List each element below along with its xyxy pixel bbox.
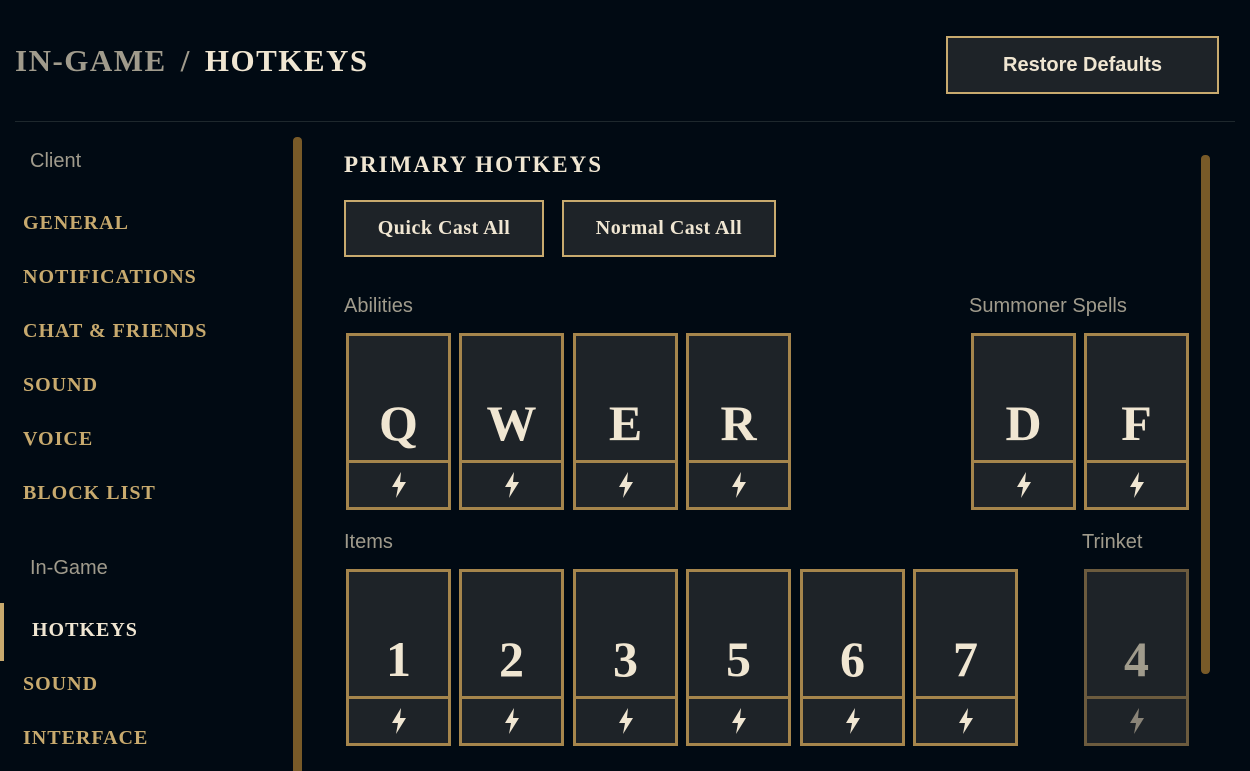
sidebar: Client GENERAL NOTIFICATIONS CHAT & FRIE…	[0, 122, 300, 771]
cast-mode-toggle[interactable]	[576, 696, 675, 743]
hotkey-trinket-4[interactable]: 4	[1084, 569, 1189, 746]
key-label: 6	[840, 631, 865, 687]
breadcrumb-current: HOTKEYS	[204, 43, 369, 78]
sidebar-item-notifications[interactable]: NOTIFICATIONS	[23, 266, 197, 289]
key-label: 4	[1124, 631, 1149, 687]
hotkey-item-6[interactable]: 6	[800, 569, 905, 746]
hotkey-item-1[interactable]: 1	[346, 569, 451, 746]
cast-mode-toggle[interactable]	[1087, 460, 1186, 507]
breadcrumb-parent[interactable]: IN-GAME	[15, 43, 167, 78]
sidebar-item-general[interactable]: GENERAL	[23, 212, 129, 235]
lightning-bolt-icon	[389, 471, 409, 499]
cast-mode-toggle[interactable]	[916, 696, 1015, 743]
hotkey-item-3[interactable]: 3	[573, 569, 678, 746]
cast-mode-toggle[interactable]	[803, 696, 902, 743]
key-label: 1	[386, 631, 411, 687]
key-label: F	[1121, 395, 1152, 451]
sidebar-section-in-game: In-Game	[30, 557, 108, 579]
header: IN-GAME / HOTKEYS Restore Defaults	[15, 0, 1235, 122]
sidebar-divider	[293, 137, 302, 771]
hotkey-summoner-f[interactable]: F	[1084, 333, 1189, 510]
cast-mode-toggle[interactable]	[1087, 696, 1186, 743]
lightning-bolt-icon	[956, 707, 976, 735]
scrollbar[interactable]	[1201, 155, 1210, 674]
active-item-marker	[0, 603, 4, 661]
hotkey-item-2[interactable]: 2	[459, 569, 564, 746]
hotkeys-panel: PRIMARY HOTKEYS Quick Cast All Normal Ca…	[302, 122, 1250, 771]
abilities-label: Abilities	[344, 295, 413, 317]
sidebar-section-client: Client	[30, 150, 82, 172]
key-label: 7	[953, 631, 978, 687]
sidebar-item-chat-friends[interactable]: CHAT & FRIENDS	[23, 320, 207, 343]
cast-mode-toggle[interactable]	[349, 460, 448, 507]
hotkey-item-7[interactable]: 7	[913, 569, 1018, 746]
breadcrumb-separator: /	[180, 43, 191, 78]
hotkey-ability-e[interactable]: E	[573, 333, 678, 510]
key-label: 2	[499, 631, 524, 687]
lightning-bolt-icon	[1014, 471, 1034, 499]
hotkey-ability-w[interactable]: W	[459, 333, 564, 510]
sidebar-item-interface[interactable]: INTERFACE	[23, 727, 148, 750]
key-label: D	[1005, 395, 1042, 451]
cast-mode-toggle[interactable]	[462, 696, 561, 743]
lightning-bolt-icon	[389, 707, 409, 735]
sidebar-item-hotkeys[interactable]: HOTKEYS	[32, 619, 138, 642]
cast-mode-toggle[interactable]	[462, 460, 561, 507]
breadcrumb: IN-GAME / HOTKEYS	[15, 43, 369, 79]
cast-mode-toggle[interactable]	[349, 696, 448, 743]
lightning-bolt-icon	[729, 707, 749, 735]
lightning-bolt-icon	[1127, 707, 1147, 735]
lightning-bolt-icon	[502, 707, 522, 735]
hotkey-ability-r[interactable]: R	[686, 333, 791, 510]
hotkey-ability-q[interactable]: Q	[346, 333, 451, 510]
sidebar-item-sound-client[interactable]: SOUND	[23, 374, 98, 397]
cast-mode-toggle[interactable]	[689, 696, 788, 743]
key-label: 3	[613, 631, 638, 687]
normal-cast-all-button[interactable]: Normal Cast All	[562, 200, 776, 257]
summoner-spells-label: Summoner Spells	[969, 295, 1127, 317]
key-label: 5	[726, 631, 751, 687]
lightning-bolt-icon	[1127, 471, 1147, 499]
key-label: Q	[379, 395, 418, 451]
section-title: PRIMARY HOTKEYS	[344, 152, 603, 177]
key-label: W	[486, 395, 537, 451]
quick-cast-all-button[interactable]: Quick Cast All	[344, 200, 544, 257]
cast-mode-toggle[interactable]	[689, 460, 788, 507]
hotkey-summoner-d[interactable]: D	[971, 333, 1076, 510]
key-label: R	[720, 395, 757, 451]
lightning-bolt-icon	[843, 707, 863, 735]
sidebar-item-sound-in-game[interactable]: SOUND	[23, 673, 98, 696]
items-label: Items	[344, 531, 393, 553]
restore-defaults-button[interactable]: Restore Defaults	[946, 36, 1219, 94]
key-label: E	[608, 395, 643, 451]
lightning-bolt-icon	[729, 471, 749, 499]
trinket-label: Trinket	[1082, 531, 1143, 553]
cast-mode-toggle[interactable]	[576, 460, 675, 507]
lightning-bolt-icon	[616, 471, 636, 499]
cast-mode-toggle[interactable]	[974, 460, 1073, 507]
lightning-bolt-icon	[616, 707, 636, 735]
sidebar-item-voice[interactable]: VOICE	[23, 428, 93, 451]
lightning-bolt-icon	[502, 471, 522, 499]
sidebar-item-block-list[interactable]: BLOCK LIST	[23, 482, 156, 505]
hotkey-item-5[interactable]: 5	[686, 569, 791, 746]
